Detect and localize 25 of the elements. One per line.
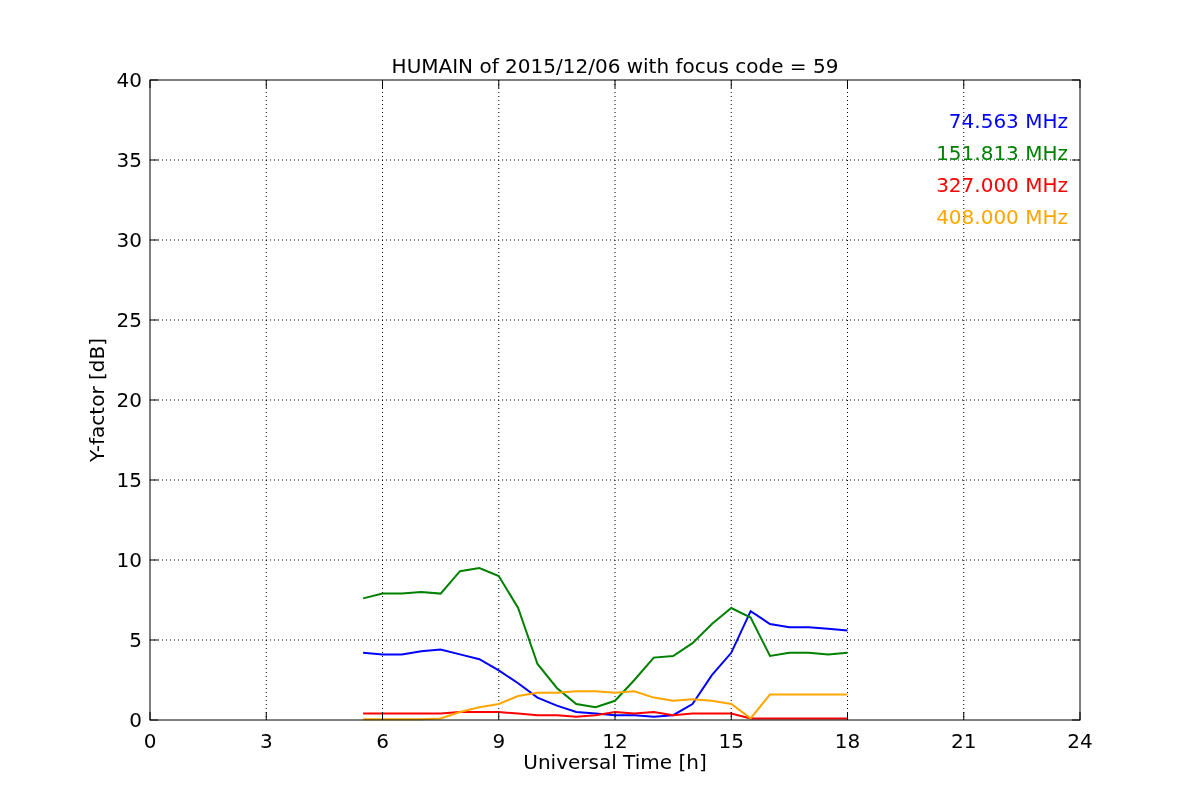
y-tick-label: 15 (116, 468, 142, 492)
y-tick-label: 25 (116, 308, 142, 332)
y-tick-label: 35 (116, 148, 142, 172)
legend-label: 327.000 MHz (936, 173, 1068, 197)
y-tick-label: 30 (116, 228, 142, 252)
y-tick-label: 10 (116, 548, 142, 572)
x-tick-label: 18 (834, 729, 861, 753)
legend-label: 408.000 MHz (936, 205, 1068, 229)
x-tick-label: 6 (376, 729, 389, 753)
x-tick-label: 15 (718, 729, 744, 753)
x-tick-label: 21 (951, 729, 977, 753)
x-tick-label: 24 (1067, 729, 1093, 753)
x-tick-label: 9 (492, 729, 506, 753)
y-tick-label: 0 (129, 708, 142, 732)
y-tick-label: 5 (129, 628, 142, 652)
x-tick-label: 3 (259, 729, 273, 753)
x-axis-label: Universal Time [h] (523, 750, 707, 774)
x-tick-label: 0 (143, 729, 157, 753)
chart-title: HUMAIN of 2015/12/06 with focus code = 59 (391, 54, 839, 78)
y-axis-label: Y-factor [dB] (85, 338, 109, 462)
y-tick-label: 40 (116, 68, 142, 92)
legend-label: 74.563 MHz (948, 109, 1068, 133)
legend-label: 151.813 MHz (936, 141, 1068, 165)
y-tick-label: 20 (116, 388, 142, 412)
x-tick-label: 12 (602, 729, 628, 753)
